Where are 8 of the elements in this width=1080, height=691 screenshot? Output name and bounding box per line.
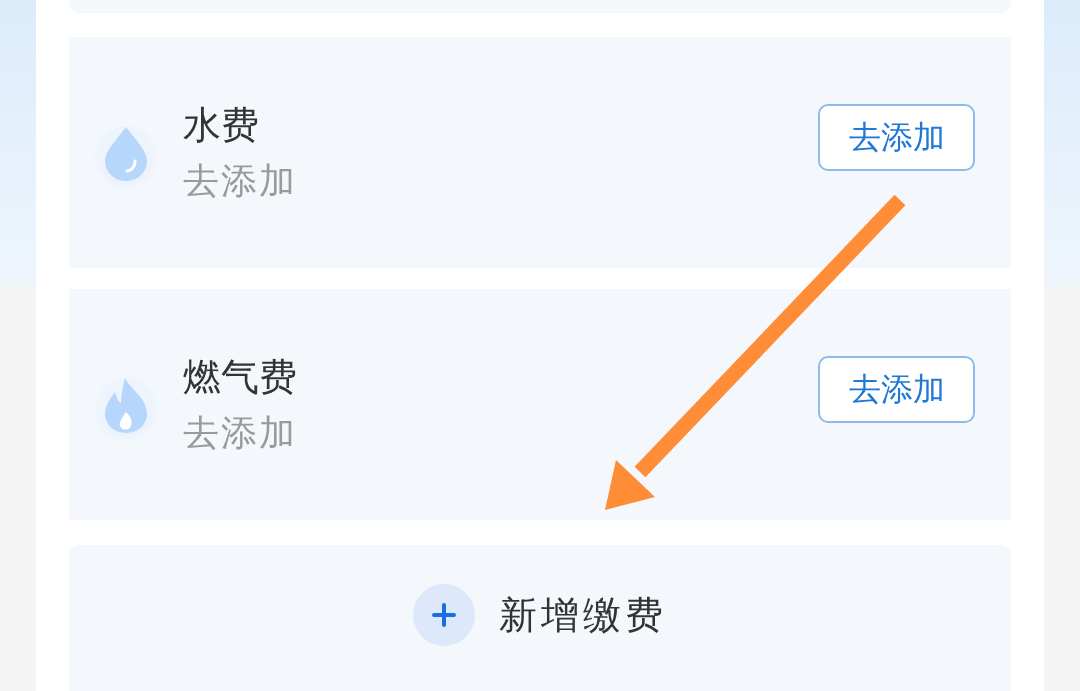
add-payment-button[interactable]: 新增缴费 — [69, 545, 1011, 691]
plus-icon — [432, 603, 456, 627]
bill-status: 去添加 — [183, 158, 298, 203]
bill-title: 水费 — [183, 101, 260, 149]
bill-title: 燃气费 — [183, 353, 298, 401]
add-button[interactable]: 去添加 — [818, 104, 975, 171]
add-button[interactable]: 去添加 — [818, 356, 975, 423]
bill-status: 去添加 — [183, 410, 298, 455]
